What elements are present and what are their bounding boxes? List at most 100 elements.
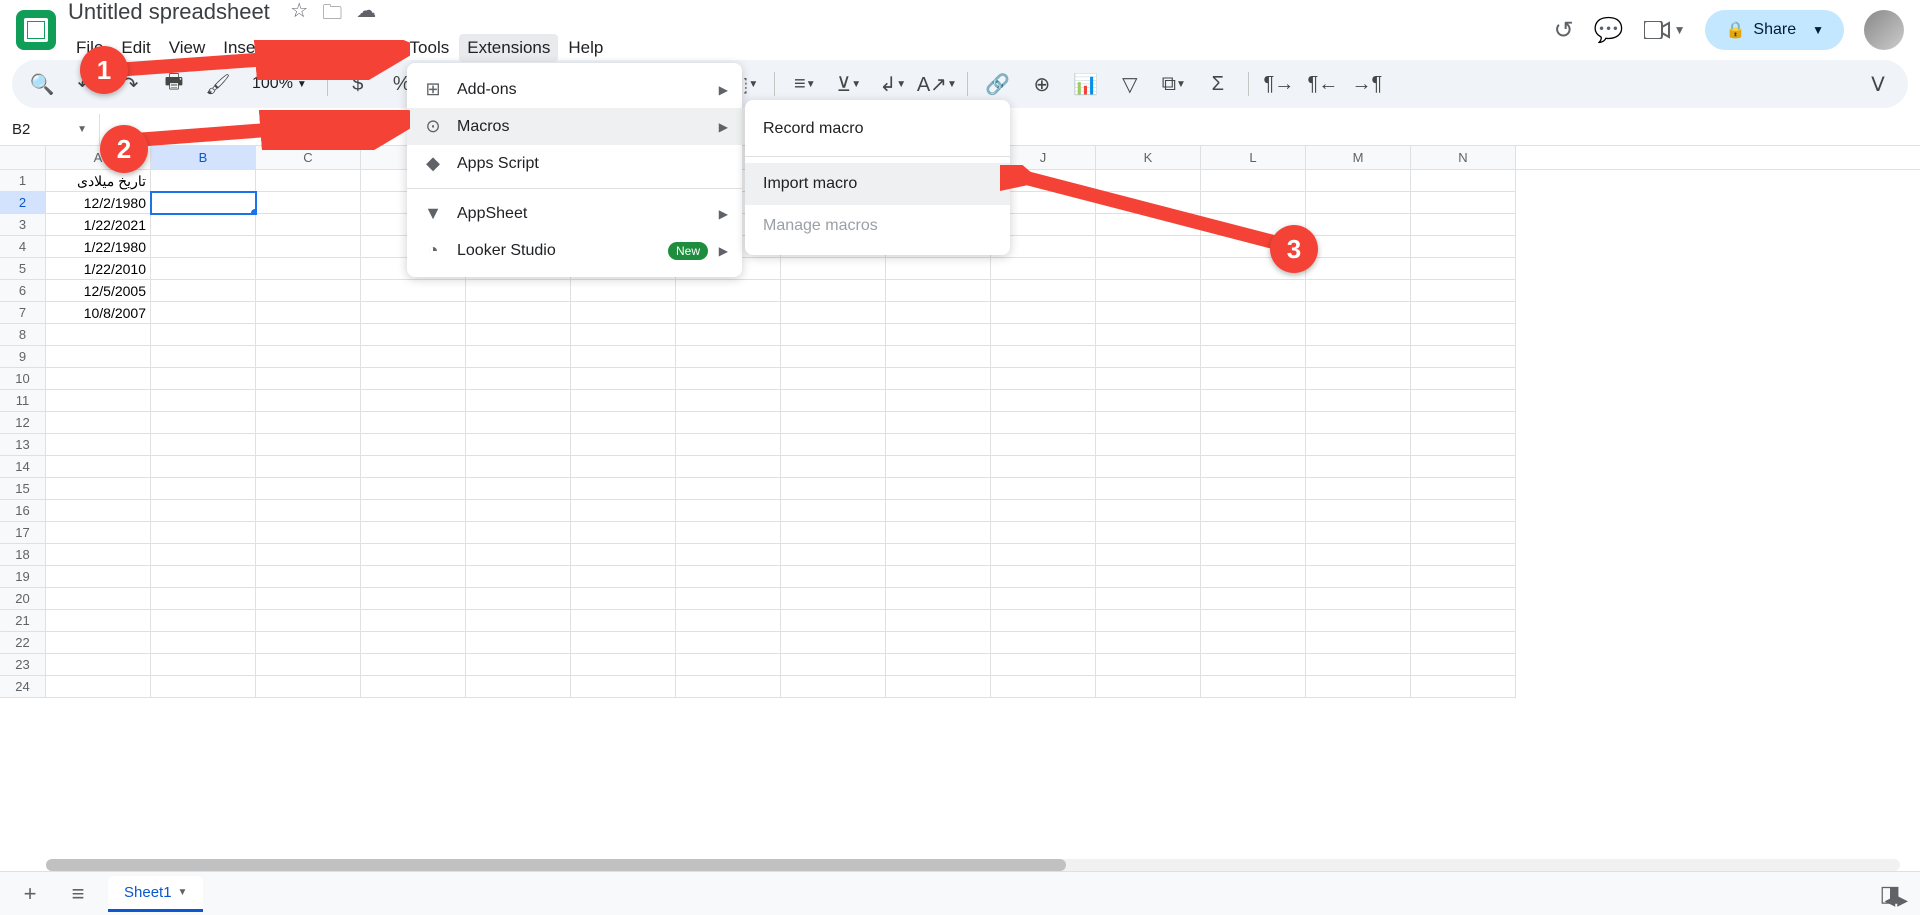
cell[interactable] [46,676,151,698]
cell[interactable] [1306,170,1411,192]
cell[interactable] [676,522,781,544]
row-header[interactable]: 23 [0,654,46,676]
cell[interactable] [151,610,256,632]
cell[interactable] [361,412,466,434]
cell[interactable] [151,456,256,478]
row-header[interactable]: 3 [0,214,46,236]
cell[interactable] [361,588,466,610]
comment-button[interactable]: ⊕ [1024,66,1060,102]
cell[interactable] [886,434,991,456]
cell[interactable] [1096,610,1201,632]
ext-menu-appsheet[interactable]: ▼AppSheet▶ [407,195,742,232]
cell[interactable] [1201,390,1306,412]
cell[interactable] [676,632,781,654]
menu-help[interactable]: Help [560,34,611,62]
cell[interactable] [151,654,256,676]
cell[interactable] [991,280,1096,302]
history-icon[interactable]: ↺ [1554,16,1574,45]
cell[interactable] [256,522,361,544]
cell[interactable] [676,588,781,610]
cell[interactable]: 1/22/2010 [46,258,151,280]
comments-icon[interactable]: 💬 [1594,16,1624,45]
rtl-sheet-button[interactable]: ¶→ [1261,66,1297,102]
cell[interactable] [886,302,991,324]
cell[interactable] [781,412,886,434]
cell[interactable] [991,676,1096,698]
cell[interactable] [571,280,676,302]
cell[interactable] [1306,192,1411,214]
cell[interactable] [361,456,466,478]
cell[interactable] [151,434,256,456]
cell[interactable] [676,500,781,522]
cell[interactable] [151,214,256,236]
cell[interactable] [1411,654,1516,676]
cell[interactable] [991,324,1096,346]
chart-button[interactable]: 📊 [1068,66,1104,102]
cell[interactable] [256,324,361,346]
cell[interactable] [1411,522,1516,544]
cell[interactable] [151,632,256,654]
row-header[interactable]: 15 [0,478,46,500]
cell[interactable] [886,654,991,676]
cell[interactable] [151,390,256,412]
cell[interactable] [1096,280,1201,302]
cell[interactable] [886,566,991,588]
cell[interactable] [781,610,886,632]
cell[interactable] [571,676,676,698]
select-all-corner[interactable] [0,146,46,169]
sheet-tab-1[interactable]: Sheet1 ▼ [108,876,203,912]
sheets-logo[interactable] [16,10,56,50]
row-header[interactable]: 14 [0,456,46,478]
cell[interactable] [1201,632,1306,654]
cell[interactable] [1306,434,1411,456]
cell[interactable] [1411,170,1516,192]
cell[interactable] [571,324,676,346]
cell[interactable] [1411,478,1516,500]
cell[interactable] [1096,302,1201,324]
row-header[interactable]: 21 [0,610,46,632]
cell[interactable] [256,456,361,478]
cell[interactable] [886,258,991,280]
row-header[interactable]: 18 [0,544,46,566]
cell[interactable] [1306,522,1411,544]
ext-menu-macros[interactable]: ⊙Macros▶ [407,108,742,145]
cell[interactable] [256,302,361,324]
cell[interactable] [466,544,571,566]
cell[interactable] [361,522,466,544]
row-header[interactable]: 22 [0,632,46,654]
cell[interactable] [151,170,256,192]
cell[interactable] [361,346,466,368]
cell[interactable] [571,500,676,522]
cell[interactable] [1096,676,1201,698]
cell[interactable] [886,346,991,368]
cell[interactable] [46,522,151,544]
cell[interactable] [361,632,466,654]
cell[interactable] [46,544,151,566]
cell[interactable] [46,456,151,478]
cell[interactable] [1201,478,1306,500]
h-align-button[interactable]: ≡ ▼ [787,66,823,102]
cell[interactable] [1201,434,1306,456]
cell[interactable] [151,544,256,566]
cell[interactable] [676,302,781,324]
row-header[interactable]: 4 [0,236,46,258]
cell[interactable] [1306,676,1411,698]
cell[interactable]: تاريخ ميلادى [46,170,151,192]
ext-menu-apps-script[interactable]: ◆Apps Script [407,145,742,182]
cell[interactable] [256,610,361,632]
cell[interactable] [256,654,361,676]
cell[interactable] [1096,412,1201,434]
cell[interactable] [781,500,886,522]
cell[interactable] [361,368,466,390]
cell[interactable] [256,588,361,610]
cell[interactable] [1411,390,1516,412]
cell[interactable] [466,478,571,500]
cell[interactable] [991,456,1096,478]
cell[interactable] [991,302,1096,324]
cell[interactable] [886,588,991,610]
cell[interactable] [361,566,466,588]
cell[interactable] [1201,346,1306,368]
cell[interactable] [781,522,886,544]
cell[interactable] [781,456,886,478]
cell[interactable] [46,610,151,632]
